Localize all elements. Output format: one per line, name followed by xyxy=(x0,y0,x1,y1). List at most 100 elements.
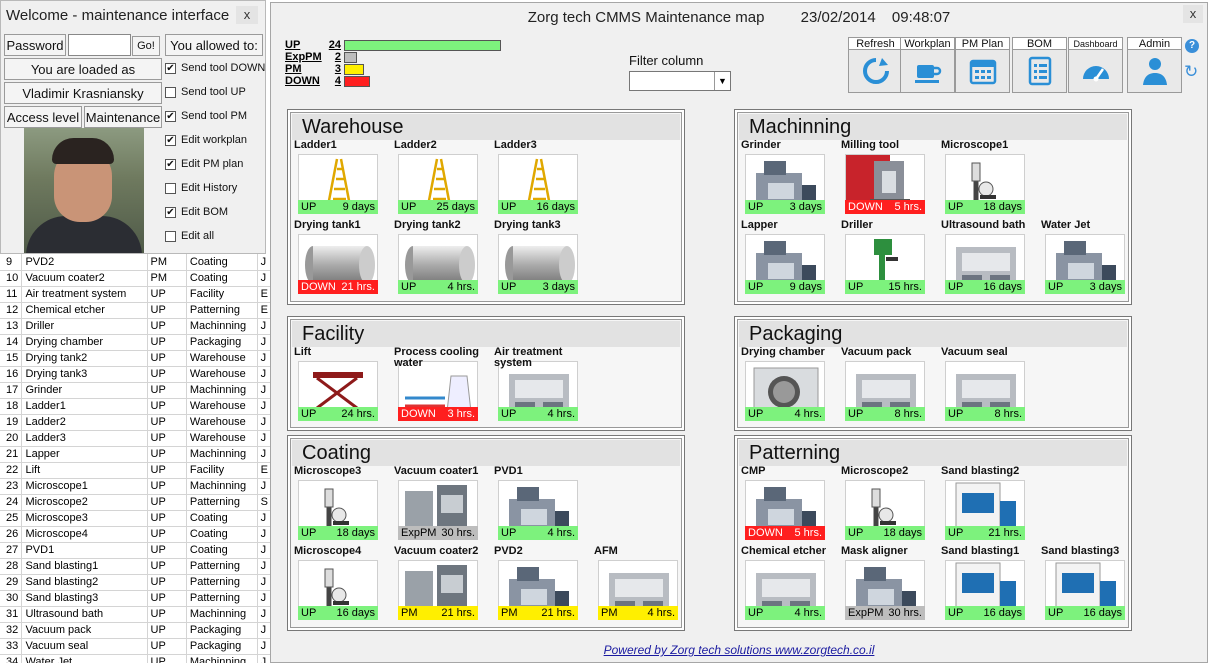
permission-edit-all[interactable]: Edit all xyxy=(165,227,214,245)
checkbox-icon[interactable]: ✔ xyxy=(165,206,176,218)
sheet-cell[interactable]: 21 xyxy=(0,446,23,463)
sheet-cell[interactable]: UP xyxy=(147,302,187,319)
machine-drying-tank3[interactable]: UP 3 days Drying tank3 xyxy=(494,220,582,300)
sheet-cell[interactable]: Machinning xyxy=(186,446,258,463)
calendar-icon[interactable] xyxy=(955,49,1010,93)
machine-milling-tool[interactable]: DOWN 5 hrs. Milling tool xyxy=(841,140,929,220)
machine-drying-chamber[interactable]: UP 4 hrs. Drying chamber xyxy=(741,347,829,427)
machine-afm[interactable]: PM 4 hrs. AFM xyxy=(594,546,682,626)
sheet-cell[interactable]: Coating xyxy=(186,254,258,271)
machine-microscope3[interactable]: UP 18 days Microscope3 xyxy=(294,466,382,546)
sheet-cell[interactable]: Sand blasting3 xyxy=(21,590,148,607)
checkbox-icon[interactable] xyxy=(165,230,176,242)
sheet-cell[interactable]: Facility xyxy=(186,462,258,479)
sheet-cell[interactable]: UP xyxy=(147,430,187,447)
checkbox-icon[interactable] xyxy=(165,86,176,98)
sheet-cell[interactable]: Machinning xyxy=(186,606,258,623)
sheet-cell[interactable]: 26 xyxy=(0,526,23,543)
sheet-cell[interactable]: 11 xyxy=(0,286,23,303)
sheet-cell[interactable]: 16 xyxy=(0,366,23,383)
sheet-cell[interactable]: Coating xyxy=(186,510,258,527)
machine-vacuum-coater1[interactable]: ExpPM 30 hrs. Vacuum coater1 xyxy=(394,466,482,546)
sheet-cell[interactable]: UP xyxy=(147,462,187,479)
sheet-cell[interactable]: UP xyxy=(147,638,187,655)
machine-ultrasound-bath[interactable]: UP 16 days Ultrasound bath xyxy=(941,220,1029,300)
sheet-cell[interactable]: 30 xyxy=(0,590,23,607)
machine-drying-tank2[interactable]: UP 4 hrs. Drying tank2 xyxy=(394,220,482,300)
sheet-cell[interactable]: UP xyxy=(147,334,187,351)
sheet-cell[interactable]: UP xyxy=(147,558,187,575)
sheet-cell[interactable]: Microscope2 xyxy=(21,494,148,511)
machine-vacuum-coater2[interactable]: PM 21 hrs. Vacuum coater2 xyxy=(394,546,482,626)
sheet-cell[interactable]: 24 xyxy=(0,494,23,511)
machine-lapper[interactable]: UP 9 days Lapper xyxy=(741,220,829,300)
sheet-cell[interactable]: Microscope3 xyxy=(21,510,148,527)
machine-vacuum-seal[interactable]: UP 8 hrs. Vacuum seal xyxy=(941,347,1029,427)
machine-drying-tank1[interactable]: DOWN 21 hrs. Drying tank1 xyxy=(294,220,382,300)
welcome-close-button[interactable]: x xyxy=(236,6,258,24)
sheet-cell[interactable]: Microscope1 xyxy=(21,478,148,495)
checkbox-icon[interactable]: ✔ xyxy=(165,110,176,122)
sheet-cell[interactable]: Vacuum pack xyxy=(21,622,148,639)
reload-icon[interactable]: ↻ xyxy=(1184,62,1198,82)
sheet-cell[interactable]: 14 xyxy=(0,334,23,351)
sheet-cell[interactable]: PM xyxy=(147,270,187,287)
sheet-cell[interactable]: Air treatment system xyxy=(21,286,148,303)
sheet-cell[interactable]: UP xyxy=(147,542,187,559)
sheet-cell[interactable]: UP xyxy=(147,350,187,367)
sheet-cell[interactable]: Patterning xyxy=(186,494,258,511)
machine-pvd2[interactable]: PM 21 hrs. PVD2 xyxy=(494,546,582,626)
permission-edit-bom[interactable]: ✔ Edit BOM xyxy=(165,203,228,221)
sheet-cell[interactable]: Warehouse xyxy=(186,398,258,415)
admin-button[interactable]: Admin xyxy=(1127,37,1182,93)
sheet-cell[interactable]: 13 xyxy=(0,318,23,335)
sheet-cell[interactable]: 33 xyxy=(0,638,23,655)
sheet-cell[interactable]: UP xyxy=(147,526,187,543)
sheet-cell[interactable]: Sand blasting2 xyxy=(21,574,148,591)
machine-mask-aligner[interactable]: ExpPM 30 hrs. Mask aligner xyxy=(841,546,929,626)
machine-water-jet[interactable]: UP 3 days Water Jet xyxy=(1041,220,1129,300)
refresh-icon[interactable] xyxy=(848,49,903,93)
permission-send-tool-up[interactable]: Send tool UP xyxy=(165,83,246,101)
sheet-cell[interactable]: 10 xyxy=(0,270,23,287)
sheet-cell[interactable]: Packaging xyxy=(186,622,258,639)
checkbox-icon[interactable]: ✔ xyxy=(165,134,176,146)
machine-microscope1[interactable]: UP 18 days Microscope1 xyxy=(941,140,1029,220)
sheet-cell[interactable]: 34 xyxy=(0,654,23,663)
machine-cmp[interactable]: DOWN 5 hrs. CMP xyxy=(741,466,829,546)
refresh-button[interactable]: Refresh xyxy=(848,37,903,93)
checkbox-icon[interactable] xyxy=(165,182,176,194)
sheet-cell[interactable]: 32 xyxy=(0,622,23,639)
sheet-cell[interactable]: UP xyxy=(147,398,187,415)
sheet-cell[interactable]: Lift xyxy=(21,462,148,479)
sheet-cell[interactable]: UP xyxy=(147,510,187,527)
permission-send-tool-pm[interactable]: ✔ Send tool PM xyxy=(165,107,247,125)
sheet-cell[interactable]: Driller xyxy=(21,318,148,335)
machine-driller[interactable]: UP 15 hrs. Driller xyxy=(841,220,929,300)
sheet-cell[interactable]: 20 xyxy=(0,430,23,447)
sheet-cell[interactable]: Lapper xyxy=(21,446,148,463)
sheet-cell[interactable]: Patterning xyxy=(186,590,258,607)
sheet-cell[interactable]: Packaging xyxy=(186,638,258,655)
go-button[interactable]: Go! xyxy=(132,36,160,56)
sheet-cell[interactable]: Vacuum seal xyxy=(21,638,148,655)
main-close-button[interactable]: x xyxy=(1183,5,1203,23)
sheet-cell[interactable]: Water Jet xyxy=(21,654,148,663)
sheet-cell[interactable]: Sand blasting1 xyxy=(21,558,148,575)
machine-grinder[interactable]: UP 3 days Grinder xyxy=(741,140,829,220)
sheet-cell[interactable]: Ultrasound bath xyxy=(21,606,148,623)
sheet-cell[interactable]: UP xyxy=(147,318,187,335)
sheet-cell[interactable]: Vacuum coater2 xyxy=(21,270,148,287)
gauge-icon[interactable] xyxy=(1068,49,1123,93)
sheet-cell[interactable]: Machinning xyxy=(186,654,258,663)
sheet-cell[interactable]: UP xyxy=(147,446,187,463)
filter-dropdown[interactable]: ▼ xyxy=(629,71,731,91)
sheet-cell[interactable]: Coating xyxy=(186,542,258,559)
sheet-cell[interactable]: PM xyxy=(147,254,187,271)
sheet-cell[interactable]: Chemical etcher xyxy=(21,302,148,319)
sheet-cell[interactable]: Microscope4 xyxy=(21,526,148,543)
machine-process-cooling-water[interactable]: DOWN 3 hrs. Process cooling water xyxy=(394,347,482,427)
sheet-cell[interactable]: 28 xyxy=(0,558,23,575)
machine-ladder2[interactable]: UP 25 days Ladder2 xyxy=(394,140,482,220)
sheet-cell[interactable]: UP xyxy=(147,574,187,591)
